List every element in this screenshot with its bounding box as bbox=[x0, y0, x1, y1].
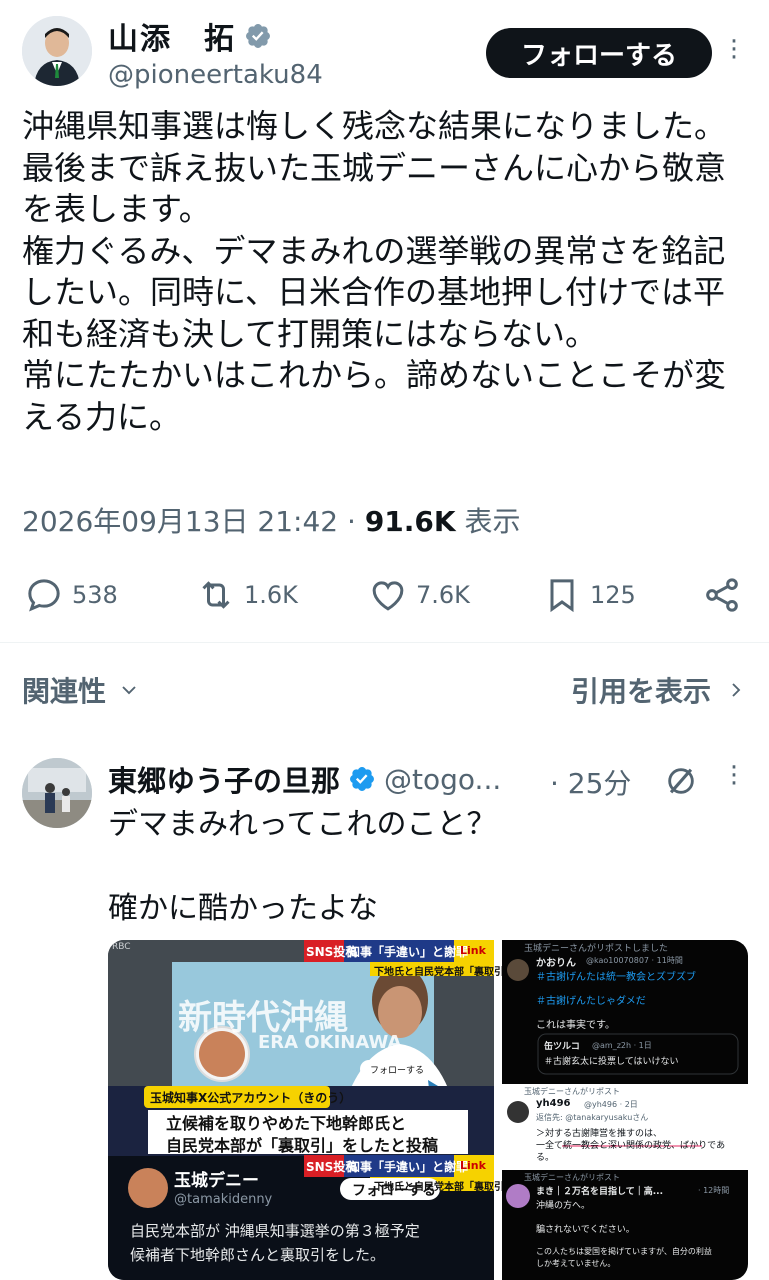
like-button[interactable]: 7.6K bbox=[368, 570, 470, 620]
reply-author-name[interactable]: 東郷ゆう子の旦那 bbox=[108, 758, 340, 800]
reposts-screenshot-image[interactable]: 玉城デニーさんがリポストしました かおりん @kao10070807 · 11時… bbox=[502, 940, 748, 1280]
screen-follow-chip: フォローする bbox=[370, 1066, 425, 1076]
view-label: 表示 bbox=[464, 505, 521, 538]
t1-line-3: これは事実です。 bbox=[536, 1020, 615, 1031]
reply-icon bbox=[28, 579, 60, 612]
reply-button[interactable]: 538 bbox=[24, 570, 118, 620]
caption-line-2: 自民党本部が「裏取引」をしたと投稿 bbox=[166, 1136, 439, 1155]
reply-author-handle[interactable]: @togo... bbox=[384, 763, 501, 796]
t2-handle: @yh496 · 2日 bbox=[584, 1100, 638, 1109]
t2-line-2: 一全て統一教会と深い関係の政党、ばかりであ bbox=[536, 1141, 726, 1151]
link-badge: Link bbox=[460, 944, 486, 957]
share-icon bbox=[706, 578, 738, 612]
repost-count: 1.6K bbox=[244, 581, 298, 609]
reply-time[interactable]: · 25分 bbox=[550, 762, 631, 802]
view-count: 91.6K bbox=[364, 505, 456, 538]
t1-quote-text: ＃古謝玄太に投票してはいけない bbox=[544, 1057, 679, 1067]
post-meta: 2026年09月13日 21:42 · 91.6K 表示 bbox=[22, 500, 521, 540]
repost-label-1: 玉城デニーさんがリポストしました bbox=[524, 944, 669, 954]
reply-count: 538 bbox=[72, 581, 118, 609]
verified-icon bbox=[350, 767, 374, 791]
profile-handle: @tamakidenny bbox=[174, 1192, 273, 1207]
banner-text-en: ERA OKINAWA bbox=[258, 1032, 402, 1053]
verified-icon bbox=[246, 24, 270, 48]
post-text: 沖縄県知事選は悔しく残念な結果になりました。最後まで訴え抜いた玉城デニーさんに心… bbox=[22, 107, 727, 436]
news-screenshot-image[interactable]: RBC SNS投稿 知事「手違い」と謝罪 Link 下地氏と自民党本部「裏取引」… bbox=[108, 940, 514, 1280]
link-badge-2: Link bbox=[460, 1159, 486, 1172]
heart-icon bbox=[372, 581, 404, 611]
bookmark-icon bbox=[550, 579, 574, 613]
caption-line-1: 立候補を取りやめた下地幹郎氏と bbox=[166, 1114, 407, 1133]
reply-more-options-icon[interactable]: · · · bbox=[724, 755, 744, 797]
post-header: 山添 拓 @pioneertaku84 フォローする · · · bbox=[0, 0, 769, 100]
follow-button[interactable]: フォローする bbox=[486, 28, 712, 78]
like-count: 7.6K bbox=[416, 581, 470, 609]
t1-handle: @kao10070807 · 11時間 bbox=[586, 956, 683, 965]
reply-avatar[interactable] bbox=[22, 758, 92, 828]
author-avatar[interactable] bbox=[22, 16, 92, 86]
action-bar: 538 1.6K 7.6K 125 bbox=[0, 570, 769, 620]
meta-separator: · bbox=[347, 505, 365, 538]
tv-corner-label: RBC bbox=[112, 942, 131, 952]
headline-badge: 知事「手違い」と謝罪 bbox=[348, 945, 469, 959]
bookmark-button[interactable]: 125 bbox=[542, 570, 636, 620]
t1-name: かおりん bbox=[536, 958, 576, 969]
chevron-right-icon bbox=[732, 683, 741, 697]
t1-line-1: ＃古謝げんたは統一教会とズブズブ bbox=[536, 972, 696, 983]
t3-line-2: 騙されないでください。 bbox=[536, 1225, 635, 1235]
t2-name: yh496 bbox=[536, 1098, 571, 1109]
quotes-label: 引用を表示 bbox=[570, 675, 711, 708]
t3-line-4: しか考えていません。 bbox=[536, 1259, 616, 1268]
share-button[interactable] bbox=[702, 570, 742, 620]
view-quotes-link[interactable]: 引用を表示 bbox=[571, 670, 745, 710]
repost-button[interactable]: 1.6K bbox=[196, 570, 298, 620]
chevron-down-icon bbox=[122, 686, 136, 695]
author-name-text: 山添 拓 bbox=[108, 22, 236, 57]
profile-follow: フォローする bbox=[352, 1183, 436, 1199]
profile-text-2: 候補者下地幹郎さんと裏取引をした。 bbox=[130, 1246, 386, 1264]
reply-media[interactable]: RBC SNS投稿 知事「手違い」と謝罪 Link 下地氏と自民党本部「裏取引」… bbox=[108, 940, 748, 1280]
t1-quote-handle: @am_z2h · 1日 bbox=[592, 1041, 652, 1050]
sort-label: 関連性 bbox=[22, 675, 107, 708]
t2-line-3: る。 bbox=[536, 1153, 555, 1163]
repost-label-2: 玉城デニーさんがリポスト bbox=[524, 1087, 620, 1096]
author-name[interactable]: 山添 拓 bbox=[108, 14, 272, 58]
more-options-icon[interactable]: · · · bbox=[724, 29, 744, 71]
reply-text: デマまみれってこれのこと？ 確かに酷かったよな bbox=[108, 807, 497, 926]
t1-line-2: ＃古謝げんたじゃダメだ bbox=[536, 996, 646, 1007]
grok-icon[interactable] bbox=[664, 764, 698, 798]
repost-icon bbox=[202, 581, 230, 609]
repost-label-3: 玉城デニーさんがリポスト bbox=[524, 1173, 620, 1182]
t3-line-3: この人たちは愛国を掲げていますが、自分の利益 bbox=[536, 1247, 712, 1256]
t3-handle: · 12時間 bbox=[698, 1186, 730, 1195]
t2-reply-to: 返信先: @tanakaryusakuさん bbox=[536, 1113, 649, 1122]
source-caption: 玉城知事X公式アカウント（きのう） bbox=[150, 1091, 352, 1105]
t1-quote-name: 缶ツルコ bbox=[544, 1042, 580, 1052]
headline-badge-2: 知事「手違い」と謝罪 bbox=[348, 1160, 469, 1174]
sub-badge: 下地氏と自民党本部「裏取引」 bbox=[374, 967, 514, 978]
t3-line-1: 沖縄の方へ。 bbox=[536, 1201, 591, 1211]
divider bbox=[0, 642, 769, 643]
profile-name: 玉城デニー bbox=[174, 1171, 259, 1191]
author-handle[interactable]: @pioneertaku84 bbox=[108, 60, 323, 90]
profile-text-1: 自民党本部が 沖縄県知事選挙の第３極予定 bbox=[130, 1222, 420, 1240]
reply-header: 東郷ゆう子の旦那 @togo... bbox=[108, 758, 501, 800]
t3-name: まき｜２万名を目指して｜高... bbox=[536, 1187, 663, 1197]
sort-dropdown[interactable]: 関連性 bbox=[22, 670, 138, 710]
bookmark-count: 125 bbox=[590, 581, 636, 609]
post-timestamp[interactable]: 2026年09月13日 21:42 bbox=[22, 505, 338, 538]
